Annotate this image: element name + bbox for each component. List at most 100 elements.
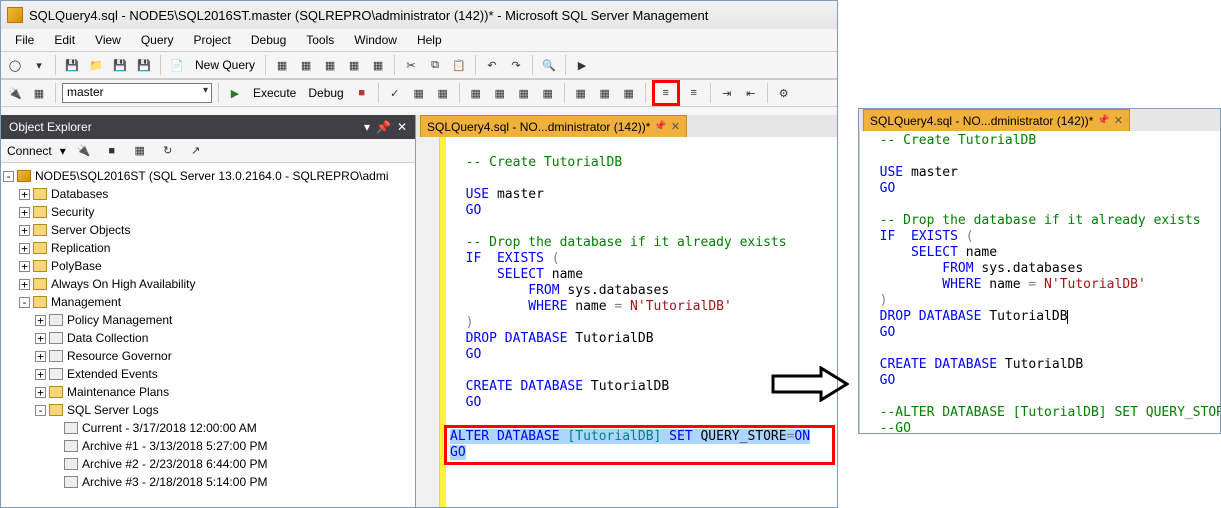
saveall2-btn[interactable]: 💾 — [134, 55, 154, 75]
resulttxt-btn[interactable]: ▦ — [595, 83, 615, 103]
change-conn-btn[interactable]: 🔌 — [5, 83, 25, 103]
avail-db-btn[interactable]: ▦ — [29, 83, 49, 103]
find-btn[interactable]: 🔍 — [539, 55, 559, 75]
collapse-icon[interactable]: - — [19, 297, 30, 308]
undo-btn[interactable]: ↶ — [482, 55, 502, 75]
expand-icon[interactable]: + — [35, 315, 46, 326]
tree-item-logs[interactable]: SQL Server Logs — [67, 403, 159, 417]
intell-btn[interactable]: ▦ — [466, 83, 486, 103]
tree-item[interactable]: Policy Management — [67, 313, 172, 327]
expand-icon[interactable]: + — [35, 387, 46, 398]
back-btn[interactable]: ◯ — [5, 55, 25, 75]
expand-icon[interactable]: + — [35, 351, 46, 362]
expand-icon[interactable]: + — [19, 225, 30, 236]
menu-query[interactable]: Query — [133, 31, 182, 49]
tree-item[interactable]: Archive #3 - 2/18/2018 5:14:00 PM — [82, 475, 267, 489]
paste-btn[interactable]: 📋 — [449, 55, 469, 75]
tree-item[interactable]: Server Objects — [51, 223, 130, 237]
menu-debug[interactable]: Debug — [243, 31, 294, 49]
expand-icon[interactable]: + — [35, 369, 46, 380]
panel-pin-icon[interactable]: 📌 — [376, 120, 391, 134]
code-content[interactable]: -- Create TutorialDB USE master GO -- Dr… — [860, 131, 1220, 433]
resultfile-btn[interactable]: ▦ — [619, 83, 639, 103]
object-explorer-tree[interactable]: - NODE5\SQL2016ST (SQL Server 13.0.2164.0… — [1, 163, 415, 507]
newquery-icon[interactable]: 📄 — [167, 55, 187, 75]
db-btn3[interactable]: ▦ — [320, 55, 340, 75]
code-content[interactable]: -- Create TutorialDB USE master GO -- Dr… — [446, 137, 837, 507]
db-btn1[interactable]: ▦ — [272, 55, 292, 75]
open-btn[interactable]: 📁 — [86, 55, 106, 75]
tree-item[interactable]: Current - 3/17/2018 12:00:00 AM — [82, 421, 257, 435]
tree-item[interactable]: Data Collection — [67, 331, 148, 345]
pin-icon[interactable]: 📌 — [654, 121, 666, 132]
newquery-btn[interactable]: New Query — [191, 58, 259, 72]
expand-icon[interactable]: + — [19, 243, 30, 254]
connect-dd-icon[interactable]: ▾ — [60, 144, 66, 158]
execute-btn[interactable]: Execute — [249, 86, 300, 100]
close-icon[interactable]: ✕ — [671, 120, 680, 133]
expand-icon[interactable]: + — [35, 333, 46, 344]
actplan-btn[interactable]: ▦ — [490, 83, 510, 103]
tree-item[interactable]: Resource Governor — [67, 349, 172, 363]
tree-item[interactable]: Extended Events — [67, 367, 158, 381]
tree-item-management[interactable]: Management — [51, 295, 121, 309]
qopt-btn[interactable]: ▦ — [433, 83, 453, 103]
refresh-btn[interactable]: ↻ — [158, 141, 178, 161]
disconnect-btn[interactable]: 🔌 — [74, 141, 94, 161]
stop-btn[interactable]: ■ — [352, 83, 372, 103]
menu-edit[interactable]: Edit — [46, 31, 83, 49]
expand-icon[interactable]: + — [19, 189, 30, 200]
server-node[interactable]: NODE5\SQL2016ST (SQL Server 13.0.2164.0 … — [35, 169, 389, 183]
copy-btn[interactable]: ⧉ — [425, 55, 445, 75]
pin-icon[interactable]: 📌 — [1097, 115, 1109, 126]
fwd-btn[interactable]: ▾ — [29, 55, 49, 75]
close-icon[interactable]: ✕ — [1114, 114, 1123, 127]
clientstats-btn[interactable]: ▦ — [538, 83, 558, 103]
filter-btn[interactable]: ▦ — [130, 141, 150, 161]
menu-project[interactable]: Project — [186, 31, 239, 49]
indent-btn[interactable]: ⇥ — [717, 83, 737, 103]
collapse-icon[interactable]: - — [3, 171, 14, 182]
editor-tab[interactable]: SQLQuery4.sql - NO...dministrator (142))… — [420, 115, 687, 137]
tree-item[interactable]: Archive #2 - 2/23/2018 6:44:00 PM — [82, 457, 267, 471]
resultgrid-btn[interactable]: ▦ — [571, 83, 591, 103]
menu-tools[interactable]: Tools — [298, 31, 342, 49]
collapse-icon[interactable]: - — [35, 405, 46, 416]
expand-icon[interactable]: + — [19, 279, 30, 290]
tree-item[interactable]: Archive #1 - 3/13/2018 5:27:00 PM — [82, 439, 267, 453]
menu-window[interactable]: Window — [346, 31, 405, 49]
execute-icon[interactable]: ▶ — [225, 83, 245, 103]
db-btn4[interactable]: ▦ — [344, 55, 364, 75]
estplan-btn[interactable]: ▦ — [409, 83, 429, 103]
database-combo[interactable]: master — [62, 83, 212, 103]
menu-help[interactable]: Help — [409, 31, 450, 49]
outdent-btn[interactable]: ⇤ — [741, 83, 761, 103]
code-editor[interactable]: -- Create TutorialDB USE master GO -- Dr… — [859, 131, 1220, 433]
expand-icon[interactable]: + — [19, 261, 30, 272]
play-icon[interactable]: ▶ — [572, 55, 592, 75]
tree-item[interactable]: Security — [51, 205, 94, 219]
db-btn2[interactable]: ▦ — [296, 55, 316, 75]
saveall-btn[interactable]: 💾 — [110, 55, 130, 75]
stop-conn-btn[interactable]: ■ — [102, 141, 122, 161]
livestats-btn[interactable]: ▦ — [514, 83, 534, 103]
comment-selection-btn[interactable]: ≡ — [652, 80, 680, 106]
connect-btn[interactable]: Connect — [7, 144, 52, 158]
db-btn5[interactable]: ▦ — [368, 55, 388, 75]
editor-tab[interactable]: SQLQuery4.sql - NO...dministrator (142))… — [863, 109, 1130, 131]
panel-close-icon[interactable]: ✕ — [397, 120, 407, 134]
save-btn[interactable]: 💾 — [62, 55, 82, 75]
expand-icon[interactable]: + — [19, 207, 30, 218]
panel-dropdown-icon[interactable]: ▾ — [364, 120, 370, 134]
debug-btn[interactable]: Debug — [304, 86, 347, 100]
redo-btn[interactable]: ↷ — [506, 55, 526, 75]
code-editor[interactable]: -- Create TutorialDB USE master GO -- Dr… — [416, 137, 837, 507]
tree-item[interactable]: Databases — [51, 187, 108, 201]
tree-item[interactable]: Replication — [51, 241, 110, 255]
tree-item[interactable]: Always On High Availability — [51, 277, 196, 291]
parse-btn[interactable]: ✓ — [385, 83, 405, 103]
tree-item[interactable]: PolyBase — [51, 259, 102, 273]
tree-item[interactable]: Maintenance Plans — [67, 385, 169, 399]
uncomment-btn[interactable]: ≡ — [684, 83, 704, 103]
cut-btn[interactable]: ✂ — [401, 55, 421, 75]
